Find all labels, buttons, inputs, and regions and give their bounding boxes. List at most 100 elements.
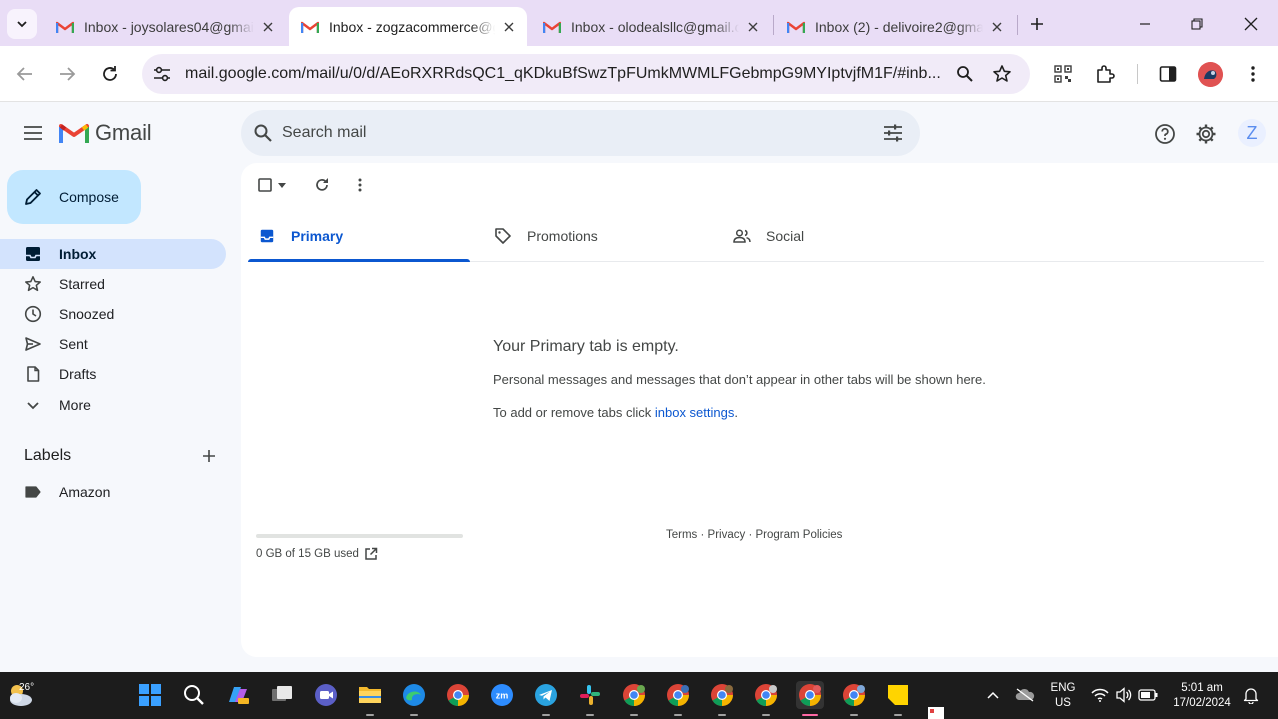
- close-icon[interactable]: [745, 19, 761, 35]
- gmail-logo[interactable]: Gmail: [59, 120, 152, 146]
- show-hidden-icons-button[interactable]: [983, 685, 1003, 705]
- qr-extension-button[interactable]: [1049, 60, 1077, 88]
- taskbar-app-sticky-notes[interactable]: [884, 681, 912, 709]
- taskbar-app-chrome-profile[interactable]: [620, 681, 648, 709]
- caret-down-icon: [278, 182, 286, 188]
- storage-usage-bar: [256, 534, 463, 538]
- close-icon: [1244, 17, 1258, 31]
- more-actions-button[interactable]: [349, 174, 371, 196]
- close-icon[interactable]: [501, 19, 517, 35]
- main-panel: Primary Promotions Social Your Primary t…: [241, 163, 1278, 657]
- sidebar-item-label: Sent: [59, 336, 88, 352]
- account-initial: Z: [1246, 122, 1258, 143]
- back-button[interactable]: [11, 60, 39, 88]
- taskbar-app-task-view[interactable]: [268, 681, 296, 709]
- manage-storage-link[interactable]: [363, 546, 379, 562]
- zoom-icon[interactable]: [954, 63, 976, 85]
- account-avatar[interactable]: Z: [1238, 119, 1266, 147]
- pencil-icon: [23, 187, 43, 207]
- footer-links: Terms · Privacy · Program Policies: [666, 529, 842, 541]
- extensions-button[interactable]: [1091, 60, 1119, 88]
- close-icon[interactable]: [260, 19, 276, 35]
- bookmark-star-icon[interactable]: [991, 63, 1013, 85]
- input-language-indicator[interactable]: ENG US: [1046, 681, 1080, 711]
- sidebar-item-drafts[interactable]: Drafts: [0, 359, 226, 389]
- taskbar-app-chrome[interactable]: [444, 681, 472, 709]
- battery-tray-button[interactable]: [1138, 685, 1158, 705]
- browser-profile-avatar[interactable]: [1198, 62, 1223, 87]
- volume-tray-button[interactable]: [1114, 685, 1134, 705]
- cloud-offline-icon: [1015, 688, 1035, 702]
- browser-tab[interactable]: Inbox - joysolares04@gmail.com - Gmail: [44, 7, 286, 46]
- search-icon[interactable]: [251, 121, 275, 145]
- terms-link[interactable]: Terms: [666, 529, 697, 541]
- browser-tab[interactable]: Inbox - olodealsllc@gmail.com - Gmail: [531, 7, 771, 46]
- system-clock[interactable]: 5:01 am 17/02/2024: [1168, 681, 1236, 711]
- close-window-button[interactable]: [1237, 10, 1265, 38]
- sidebar-item-snoozed[interactable]: Snoozed: [0, 299, 226, 329]
- tab-primary[interactable]: Primary: [257, 211, 343, 261]
- onedrive-tray-button[interactable]: [1015, 685, 1035, 705]
- tab-promotions[interactable]: Promotions: [493, 211, 598, 261]
- sidebar-item-more[interactable]: More: [0, 390, 226, 420]
- gmail-favicon-icon: [56, 20, 74, 34]
- site-info-icon[interactable]: [151, 63, 173, 85]
- address-bar[interactable]: mail.google.com/mail/u/0/d/AEoRXRRdsQC1_…: [142, 54, 1030, 94]
- taskbar-search-button[interactable]: [180, 681, 208, 709]
- url-text[interactable]: mail.google.com/mail/u/0/d/AEoRXRRdsQC1_…: [185, 65, 953, 83]
- search-input[interactable]: [282, 122, 842, 144]
- close-icon[interactable]: [989, 19, 1005, 35]
- sidebar-item-label: Drafts: [59, 366, 97, 382]
- search-options-icon[interactable]: [881, 121, 905, 145]
- support-button[interactable]: [1152, 121, 1178, 147]
- browser-menu-button[interactable]: [1239, 60, 1267, 88]
- browser-tab-active[interactable]: Inbox - zogzacommerce@gmail.com - Gmail: [289, 7, 527, 46]
- taskbar-app-file-explorer[interactable]: [356, 681, 384, 709]
- gmail-logo-text: Gmail: [95, 120, 152, 145]
- settings-button[interactable]: [1193, 121, 1219, 147]
- taskbar-app-slack[interactable]: [576, 681, 604, 709]
- forward-button[interactable]: [53, 60, 81, 88]
- start-button[interactable]: [136, 681, 164, 709]
- restore-button[interactable]: [1183, 10, 1211, 38]
- taskbar-app-zoom[interactable]: zm: [488, 681, 516, 709]
- taskbar-app-partial[interactable]: [926, 704, 946, 719]
- reload-icon: [101, 65, 119, 83]
- browser-tab[interactable]: Inbox (2) - delivoire2@gmail.com - Gmail: [775, 7, 1015, 46]
- reload-button[interactable]: [96, 60, 124, 88]
- compose-button[interactable]: Compose: [7, 170, 141, 224]
- create-label-button[interactable]: [198, 445, 220, 467]
- sidebar-item-starred[interactable]: Starred: [0, 269, 226, 299]
- taskbar-app-chrome-profile[interactable]: [840, 681, 868, 709]
- inbox-settings-link[interactable]: inbox settings: [655, 405, 735, 420]
- sidebar-item-inbox[interactable]: Inbox: [0, 239, 226, 269]
- gear-icon: [1195, 123, 1217, 145]
- weather-temperature: 26°: [19, 682, 35, 693]
- notifications-button[interactable]: [1241, 685, 1261, 705]
- tab-social[interactable]: Social: [732, 211, 804, 261]
- footer-separator: ·: [745, 529, 756, 541]
- tab-separator: [1017, 15, 1018, 35]
- privacy-link[interactable]: Privacy: [708, 529, 746, 541]
- taskbar-app-chrome-active[interactable]: [796, 681, 824, 709]
- taskbar-app-copilot[interactable]: [224, 681, 252, 709]
- network-tray-button[interactable]: [1090, 685, 1110, 705]
- sidebar-label-amazon[interactable]: Amazon: [0, 477, 226, 507]
- taskbar-app-chrome-profile[interactable]: [708, 681, 736, 709]
- gmail-favicon-icon: [301, 20, 319, 34]
- new-tab-button[interactable]: [1024, 11, 1050, 37]
- side-panel-button[interactable]: [1154, 60, 1182, 88]
- program-policies-link[interactable]: Program Policies: [755, 529, 842, 541]
- taskbar-app-chrome-profile[interactable]: [664, 681, 692, 709]
- select-all-checkbox[interactable]: [256, 174, 288, 196]
- taskbar-app-edge[interactable]: [400, 681, 428, 709]
- main-menu-button[interactable]: [19, 119, 47, 147]
- taskbar-app-teams[interactable]: [312, 681, 340, 709]
- minimize-button[interactable]: [1131, 10, 1159, 38]
- taskbar-app-chrome-profile[interactable]: [752, 681, 780, 709]
- sidebar-item-sent[interactable]: Sent: [0, 329, 226, 359]
- taskbar-app-telegram[interactable]: [532, 681, 560, 709]
- zoom-app-icon: zm: [490, 683, 514, 707]
- tab-search-button[interactable]: [7, 9, 37, 39]
- refresh-button[interactable]: [311, 174, 333, 196]
